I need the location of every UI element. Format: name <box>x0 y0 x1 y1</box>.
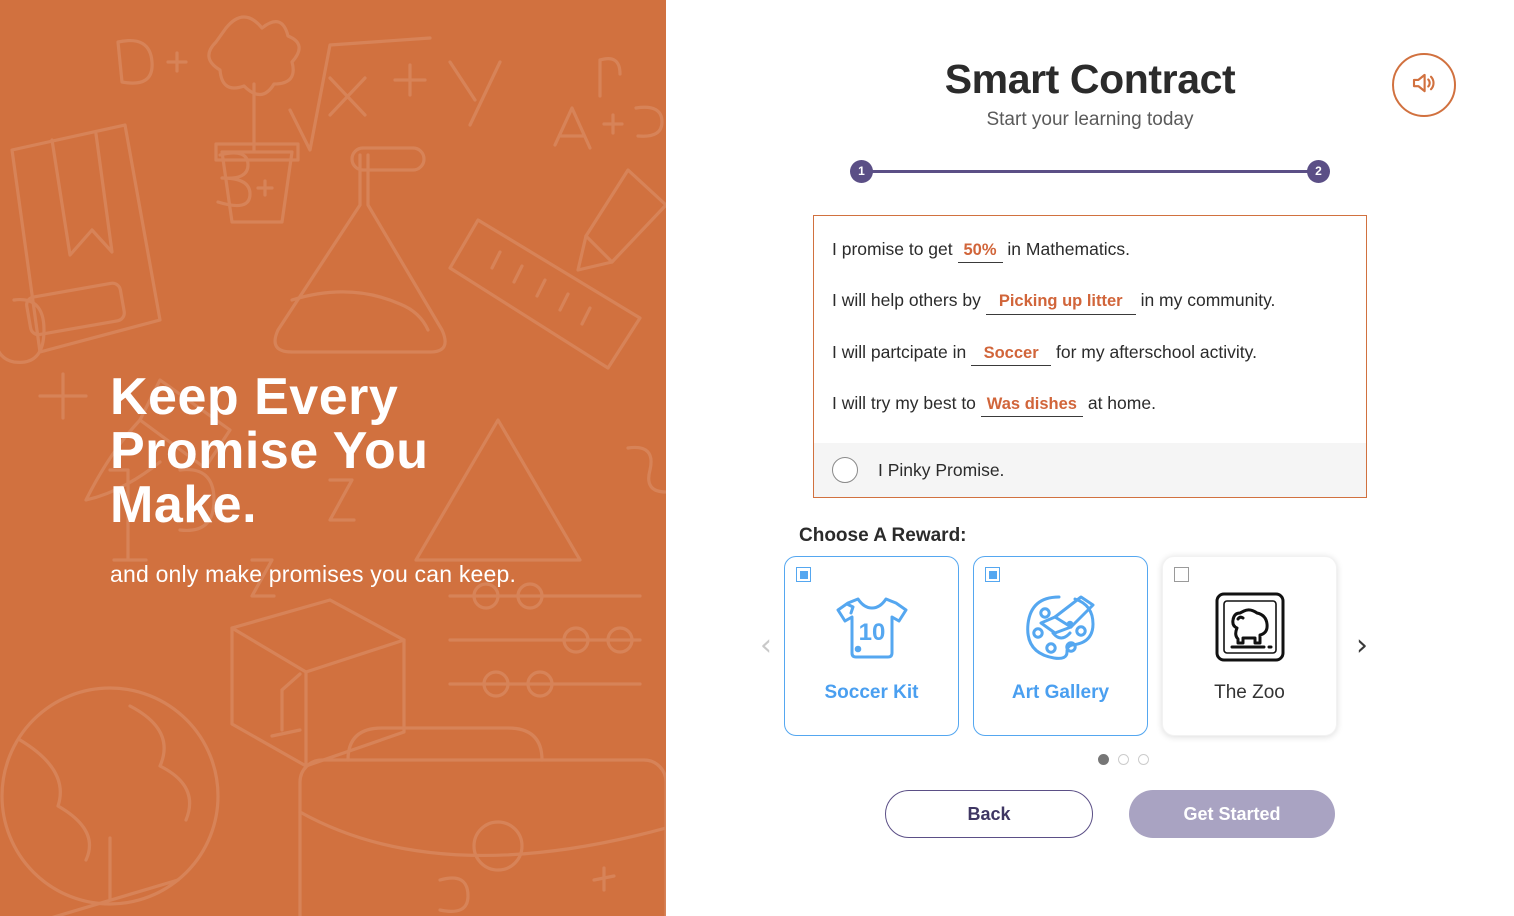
promise-4-value[interactable]: Was dishes <box>980 393 1083 418</box>
pagination-dot-1[interactable] <box>1097 754 1109 766</box>
promise-4-suffix: at home. <box>1087 392 1156 413</box>
hero-copy: Keep Every Promise You Make. and only ma… <box>110 370 580 592</box>
promise-line-4: I will try my best to Was dishes at home… <box>832 392 1348 418</box>
pinky-promise-label: I Pinky Promise. <box>878 459 1005 480</box>
pagination-dot-2[interactable] <box>1117 754 1129 766</box>
hero-subline: and only make promises you can keep. <box>110 561 517 588</box>
promise-4-prefix: I will try my best to <box>832 392 976 413</box>
chevron-left-icon[interactable]: ‹ <box>751 626 781 666</box>
sound-toggle-button[interactable] <box>1392 53 1456 117</box>
pinky-promise-radio[interactable] <box>832 457 858 484</box>
reward-card-art-gallery[interactable]: Art Gallery <box>973 556 1148 737</box>
page-subtitle: Start your learning today <box>986 109 1194 130</box>
art-palette-icon <box>1023 588 1099 666</box>
promise-2-prefix: I will help others by <box>832 290 981 311</box>
promise-3-prefix: I will partcipate in <box>832 341 967 362</box>
onboarding-screen: Keep Every Promise You Make. and only ma… <box>0 0 1514 916</box>
reward-label-soccer-kit: Soccer Kit <box>824 682 919 704</box>
get-started-button[interactable]: Get Started <box>1129 790 1335 839</box>
reward-section-title: Choose A Reward: <box>799 525 967 547</box>
progress-step-1[interactable]: 1 <box>850 159 873 183</box>
hero-panel: Keep Every Promise You Make. and only ma… <box>0 0 666 916</box>
promise-2-value[interactable]: Picking up litter <box>985 290 1136 315</box>
speaker-volume-icon <box>1409 68 1439 103</box>
reward-card-soccer-kit[interactable]: 10 Soccer Kit <box>784 556 959 737</box>
reward-checkbox-the-zoo[interactable] <box>1174 567 1189 583</box>
pagination-dot-3[interactable] <box>1137 754 1149 766</box>
promise-1-value[interactable]: 50% <box>957 239 1003 264</box>
back-button[interactable]: Back <box>885 790 1093 839</box>
progress-track <box>862 169 1318 173</box>
reward-label-the-zoo: The Zoo <box>1214 682 1285 704</box>
promise-1-suffix: in Mathematics. <box>1007 239 1130 259</box>
promise-3-value[interactable]: Soccer <box>971 342 1052 366</box>
reward-checkbox-soccer-kit[interactable] <box>796 567 811 583</box>
hero-headline: Keep Every Promise You Make. <box>110 368 429 535</box>
progress-stepper: 1 2 <box>850 158 1330 184</box>
reward-label-art-gallery: Art Gallery <box>1011 682 1110 704</box>
reward-carousel: ‹ 10 Soccer Kit Art Gallery The Zoo › <box>666 556 1514 737</box>
reward-checkbox-art-gallery[interactable] <box>985 567 1000 583</box>
contract-card: I promise to get 50% in Mathematics. I w… <box>813 215 1367 499</box>
pinky-promise-row[interactable]: I Pinky Promise. <box>814 443 1366 498</box>
reward-card-list: 10 Soccer Kit Art Gallery The Zoo <box>784 556 1337 737</box>
promise-2-suffix: in my community. <box>1140 290 1276 311</box>
promise-line-1: I promise to get 50% in Mathematics. <box>832 238 1348 264</box>
reward-card-the-zoo[interactable]: The Zoo <box>1162 556 1337 737</box>
footer-actions: Back Get Started <box>666 790 1514 839</box>
page-header: Smart Contract Start your learning today <box>666 0 1514 131</box>
zoo-gorilla-icon <box>1214 588 1286 666</box>
page-title: Smart Contract <box>944 56 1236 102</box>
content-panel: Smart Contract Start your learning today… <box>666 0 1514 916</box>
svg-text:10: 10 <box>858 619 885 646</box>
carousel-pagination <box>666 754 1514 766</box>
promise-line-2: I will help others by Picking up litter … <box>832 289 1348 315</box>
promise-3-suffix: for my afterschool activity. <box>1055 341 1257 362</box>
progress-step-2[interactable]: 2 <box>1307 159 1330 183</box>
soccer-jersey-icon: 10 <box>834 588 910 666</box>
chevron-right-icon[interactable]: › <box>1347 626 1377 666</box>
promise-line-3: I will partcipate in Soccer for my after… <box>832 341 1348 366</box>
promise-1-prefix: I promise to get <box>832 239 953 259</box>
